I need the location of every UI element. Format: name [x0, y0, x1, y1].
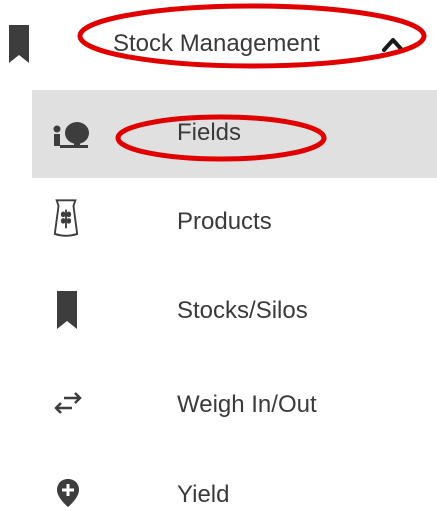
menu-item-stocks-silos[interactable]: Stocks/Silos — [32, 266, 437, 354]
menu-item-label: Stocks/Silos — [177, 297, 308, 324]
bookmark-icon — [9, 25, 29, 63]
field-tree-icon — [53, 122, 89, 148]
menu-item-label: Yield — [177, 481, 230, 508]
seed-bag-icon — [53, 199, 79, 237]
menu-item-weigh-in-out[interactable]: Weigh In/Out — [32, 354, 437, 442]
annotation-oval — [77, 3, 427, 69]
location-plus-icon — [57, 479, 79, 507]
menu-item-products[interactable]: Products — [32, 178, 437, 266]
annotation-oval — [115, 114, 327, 162]
menu-item-label: Weigh In/Out — [177, 391, 317, 418]
bookmark-icon — [57, 291, 77, 329]
menu-item-yield[interactable]: Yield — [32, 442, 437, 510]
menu-item-label: Products — [177, 208, 272, 235]
swap-arrows-icon — [54, 392, 82, 414]
